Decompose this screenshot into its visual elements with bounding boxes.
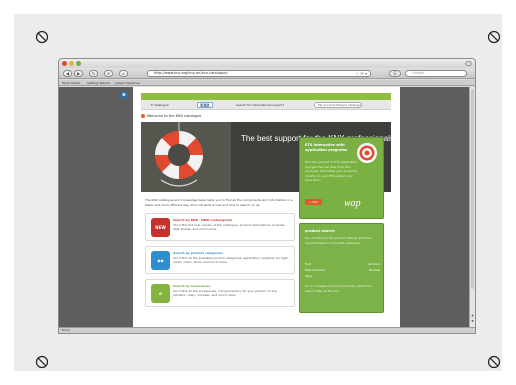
no-sign-icon — [35, 30, 49, 44]
new-badge-icon: NEW — [151, 218, 170, 237]
stop-icon: ✕ — [106, 71, 111, 76]
search-placeholder: Google — [412, 71, 425, 75]
ets-promo-box: ETS interactive with application program… — [299, 137, 384, 219]
url-text: http://www.knx.org/knx-en/knx-catalogue/ — [154, 71, 228, 75]
categories-icon: ◆◆ — [151, 251, 170, 270]
page-viewport: e E catalogue KNX Search for internation… — [59, 87, 469, 327]
stop-button[interactable]: ✕ — [104, 70, 113, 77]
status-text: Done — [62, 328, 70, 332]
account-search-field[interactable]: My account Shared catalogue — [314, 102, 362, 108]
wap-logo: wap — [344, 198, 361, 209]
status-bar: Done — [59, 327, 475, 333]
site-navigation-bar: E catalogue KNX Search for international… — [141, 100, 391, 110]
card-description: You'll find all the available product ca… — [173, 256, 289, 264]
product-search-text: You can find all the product listings an… — [305, 236, 373, 245]
reload-icon: ↻ — [91, 71, 96, 76]
intro-text: The KNX catalogue and knowledge base hel… — [145, 198, 293, 207]
welcome-text: Welcome to the KNX catalogue — [147, 114, 202, 118]
catalogue-link[interactable]: E catalogue — [151, 100, 169, 110]
search-card-accessories[interactable]: ✿ Search by accessories You'll find all … — [145, 279, 295, 307]
welcome-icon — [141, 114, 145, 118]
browser-window: ◀ ▶ ↻ ✕ ⌂ http://www.knx.org/knx-en/knx-… — [58, 58, 476, 334]
product-search-row[interactable]: Find product — [305, 262, 380, 267]
scroll-up-icon[interactable]: ▲ — [470, 313, 475, 318]
minimize-window-button[interactable] — [69, 61, 74, 66]
bookmark-star-icon[interactable]: ☆ ⟳ ▾ — [356, 71, 368, 76]
product-search-row[interactable]: Manufacturer Browse — [305, 268, 380, 273]
screenshot: ◀ ▶ ↻ ✕ ⌂ http://www.knx.org/knx-en/knx-… — [0, 0, 516, 385]
home-button[interactable]: ⌂ — [119, 70, 128, 77]
promo-title: ETS interactive with application program… — [305, 143, 348, 152]
knx-logo[interactable]: KNX — [197, 102, 213, 108]
forward-button[interactable]: ▶ — [74, 70, 83, 77]
bookmarks-bar: Most Visited Getting Started Latest Head… — [59, 80, 475, 86]
top-green-bar — [141, 93, 391, 100]
product-search-footer: For a complete list of all products, sel… — [305, 284, 372, 293]
site-logo-icon[interactable]: e — [120, 91, 128, 99]
no-sign-icon — [487, 30, 501, 44]
promo-info-button[interactable]: » Info — [305, 199, 322, 205]
vertical-scrollbar[interactable]: ▲ ▼ — [469, 87, 475, 327]
forward-arrow-icon: ▶ — [76, 71, 81, 76]
reload-button[interactable]: ↻ — [89, 70, 98, 77]
row-label: Find — [305, 262, 312, 266]
search-card-new[interactable]: NEW Search by KNX - NEW (redesigned) You… — [145, 213, 295, 241]
url-field[interactable]: http://www.knx.org/knx-en/knx-catalogue/… — [147, 70, 371, 77]
promo-text: Find the product in ETS application and … — [305, 160, 358, 182]
toolbar-toggle-button[interactable] — [465, 61, 472, 66]
home-icon: ⌂ — [122, 71, 125, 76]
card-description: You'll find the new version of the catal… — [173, 223, 286, 231]
product-search-row[interactable]: Type — [305, 274, 380, 279]
scrollbar-thumb[interactable] — [471, 89, 474, 289]
bookmark-item[interactable]: Most Visited — [62, 80, 80, 86]
bookmark-item[interactable]: Getting Started — [87, 80, 110, 86]
card-title[interactable]: Search by KNX - NEW (redesigned) — [173, 218, 232, 222]
row-value[interactable]: Browse — [369, 268, 380, 273]
row-label: Type — [305, 274, 312, 278]
product-search-title: product search — [305, 229, 335, 233]
web-page: E catalogue KNX Search for international… — [133, 87, 400, 327]
back-button[interactable]: ◀ — [63, 70, 72, 77]
scroll-down-icon[interactable]: ▼ — [470, 319, 475, 324]
search-engine-button[interactable]: G — [389, 70, 401, 77]
product-search-box: product search You can find all the prod… — [299, 223, 384, 313]
search-card-categories[interactable]: ◆◆ Search by product categories You'll f… — [145, 246, 295, 274]
no-sign-icon — [487, 355, 501, 369]
card-description: You'll find all the accessories, complem… — [173, 289, 278, 297]
bookmark-item[interactable]: Latest Headlines — [115, 80, 140, 86]
zoom-window-button[interactable] — [76, 61, 81, 66]
card-title[interactable]: Search by accessories — [173, 284, 210, 288]
close-window-button[interactable] — [62, 61, 67, 66]
no-sign-icon — [35, 355, 49, 369]
support-link[interactable]: Search for international support — [236, 100, 284, 110]
back-arrow-icon: ◀ — [65, 71, 70, 76]
card-title[interactable]: Search by product categories — [173, 251, 223, 255]
navigation-toolbar: ◀ ▶ ↻ ✕ ⌂ http://www.knx.org/knx-en/knx-… — [59, 68, 475, 79]
search-field[interactable]: Google — [405, 70, 467, 77]
accessories-icon: ✿ — [151, 284, 170, 303]
row-value[interactable]: product — [368, 262, 380, 267]
title-bar — [59, 59, 475, 68]
row-label: Manufacturer — [305, 268, 326, 272]
google-icon: G — [393, 71, 397, 76]
